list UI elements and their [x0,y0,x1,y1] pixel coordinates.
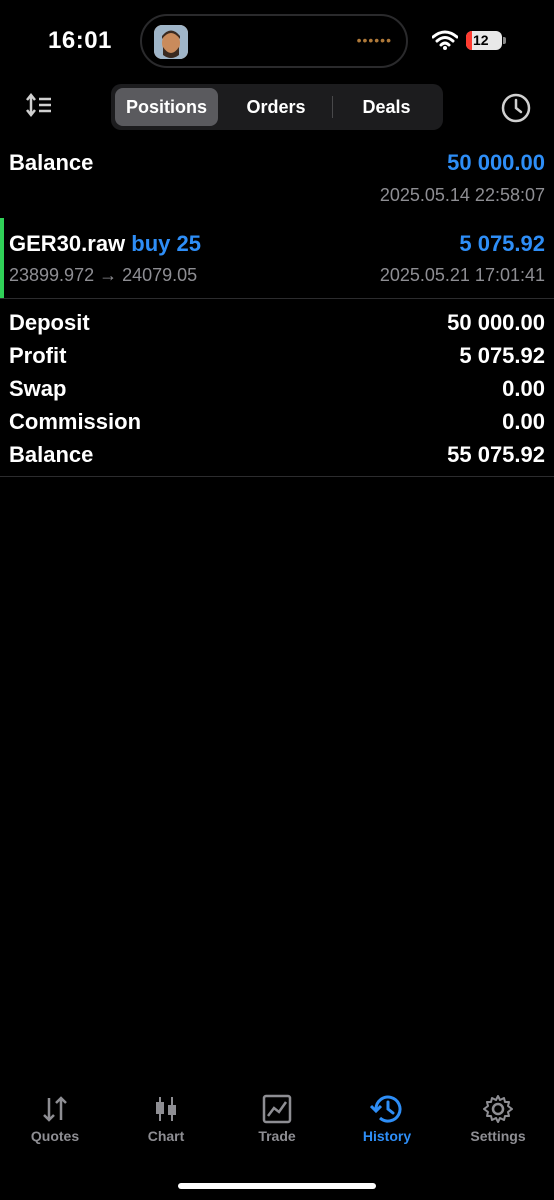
trade-symbol: GER30.raw [9,231,126,256]
summary-deposit-value: 50 000.00 [447,310,545,335]
quotes-icon [43,1096,67,1122]
summary-commission-value: 0.00 [502,409,545,434]
activity-dots-icon: •••••• [356,32,392,48]
summary-profit-value: 5 075.92 [459,343,545,368]
divider [0,298,554,299]
trade-profit: 5 075.92 [459,231,545,256]
tab-quotes[interactable]: Quotes [0,1090,110,1160]
tab-label: Quotes [30,1128,80,1144]
tab-positions[interactable]: Positions [115,88,218,126]
trade-direction: buy 25 [131,231,201,256]
tab-trade[interactable]: Trade [222,1090,332,1160]
gear-icon [483,1095,513,1123]
segment-divider [332,96,333,118]
tab-history[interactable]: History [332,1090,442,1160]
home-indicator[interactable] [178,1183,376,1189]
balance-entry-label: Balance [9,150,94,175]
tab-orders[interactable]: Orders [222,88,330,126]
summary-commission-label: Commission [9,409,142,434]
trade-row[interactable]: GER30.raw buy 25 [9,231,201,257]
trade-chart-icon [262,1094,292,1124]
dynamic-island[interactable]: •••••• [140,14,408,68]
battery-icon: 12 [466,31,502,50]
sort-icon[interactable] [24,92,54,120]
wifi-icon [431,30,459,55]
summary-balance-label: Balance [9,442,94,467]
clock-icon[interactable] [500,92,532,124]
summary-balance-value: 55 075.92 [447,442,545,467]
balance-entry-time: 2025.05.14 22:58:07 [379,185,545,205]
status-time: 16:01 [48,27,112,54]
tab-label: Chart [147,1128,185,1144]
tab-settings[interactable]: Settings [443,1090,553,1160]
buy-marker [0,218,4,298]
avatar [154,25,188,59]
balance-entry-value: 50 000.00 [447,150,545,175]
segmented-control: Positions Orders Deals [111,84,443,130]
battery-level: 12 [473,32,489,48]
tab-label: Trade [258,1128,296,1144]
tab-label: History [362,1128,412,1144]
trade-prices: 23899.972 → 24079.05 [9,265,198,285]
summary-profit-label: Profit [9,343,67,368]
candles-icon [156,1097,176,1121]
history-icon [370,1095,402,1123]
tab-chart[interactable]: Chart [111,1090,221,1160]
toolbar: Positions Orders Deals [0,82,554,132]
trade-time: 2025.05.21 17:01:41 [379,265,545,285]
status-bar: 16:01 •••••• 12 [0,0,554,80]
divider [0,476,554,477]
summary-swap-value: 0.00 [502,376,545,401]
tab-label: Settings [470,1128,526,1144]
summary-swap-label: Swap [9,376,67,401]
tab-bar: Quotes Chart Trade History Settings [0,1090,554,1160]
tab-deals[interactable]: Deals [334,88,439,126]
summary-deposit-label: Deposit [9,310,90,335]
